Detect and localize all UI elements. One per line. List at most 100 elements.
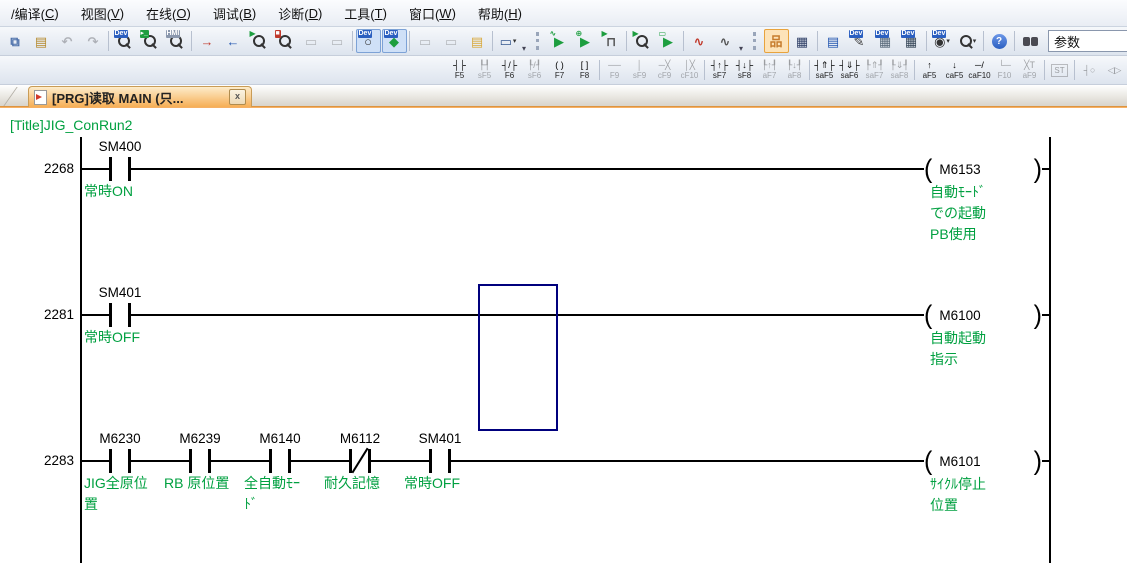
device-batch-monitor-button[interactable]: ◆Dev	[382, 29, 407, 53]
monitor-condition-button[interactable]: ▶	[630, 29, 655, 53]
device-display-button[interactable]: ◉Dev▾	[930, 29, 955, 53]
fkey-caF10-button[interactable]: ─/caF10	[968, 58, 992, 83]
toolbar-overflow-button[interactable]: ▾	[739, 44, 750, 53]
device-comment-edit-button[interactable]: ✎Dev	[847, 29, 872, 53]
menu-t[interactable]: 工具(T)	[333, 0, 398, 26]
snapshot-monitor-badge: ▭	[658, 30, 668, 38]
fkey-contact-coil-tool-button: ┤○	[1078, 58, 1102, 83]
coil-device-label: M6100	[939, 308, 1033, 323]
contact-m6112-closed[interactable]	[349, 449, 371, 473]
fkey-saF5-button[interactable]: ┤⇑├saF5	[813, 58, 837, 83]
paste-button[interactable]: ▤	[29, 29, 54, 53]
device-label: SM401	[75, 285, 165, 300]
menu-d[interactable]: 诊断(D)	[267, 0, 333, 26]
project-tree-button[interactable]: 品	[764, 29, 789, 53]
delete-horizontal-line-icon: ─╳	[659, 60, 671, 71]
monitor-window-button[interactable]: ▭▾	[496, 29, 521, 53]
fkey-F5-button[interactable]: ┤├F5	[448, 58, 472, 83]
ladder-editor[interactable]: [Title]JIG_ConRun2 2268 SM400 常時ON ( M61…	[0, 108, 1127, 563]
fkey-label: sF5	[478, 71, 491, 80]
coil-m6101[interactable]: ( M6101 )	[924, 448, 1042, 474]
ladder-monitor-mode-button[interactable]: ▶∿	[547, 29, 572, 53]
device-test-button[interactable]: ○Dev	[356, 29, 381, 53]
device-search-dropdown-arrow: ▾	[973, 37, 977, 45]
monitor-pause-icon: ▭	[305, 35, 317, 48]
tab-title: [PRG]读取 MAIN (只...	[52, 88, 224, 107]
monitor-stop-button[interactable]: ■	[273, 29, 298, 53]
contact-sm401[interactable]	[109, 303, 131, 327]
monitor-start-button[interactable]: ▶	[247, 29, 272, 53]
monitor-resume-icon: ▭	[331, 35, 343, 48]
fkey-cF9-button: ─╳cF9	[653, 58, 677, 83]
tab-close-button[interactable]: x	[229, 89, 246, 105]
fkey-label: caF10	[968, 71, 990, 80]
find-instruction-button[interactable]: ▸_	[138, 29, 163, 53]
device-batch-monitor-badge: Dev	[384, 30, 399, 38]
monitor-write-mode-button[interactable]: ▶⊕	[573, 29, 598, 53]
help-button[interactable]: ?	[987, 29, 1012, 53]
menu-b[interactable]: 调试(B)	[202, 0, 267, 26]
parallel-rising-pulse-icon: ┞↑┦	[762, 60, 777, 71]
find-contact-coil-button[interactable]: HMI	[164, 29, 189, 53]
fkey-F7-button[interactable]: ( )F7	[548, 58, 572, 83]
write-to-plc-button[interactable]: →	[195, 29, 220, 53]
element-select-combo[interactable]: 参数▼	[1048, 30, 1127, 52]
coil-m6153[interactable]: ( M6153 )	[924, 156, 1042, 182]
contact-m6140[interactable]	[269, 449, 291, 473]
falling-result-icon: ↓	[952, 60, 957, 71]
toolbar-grip[interactable]	[536, 32, 542, 50]
toolbar-separator	[409, 31, 410, 51]
coil-comment: 自動ﾓｰﾄﾞ での起動 PB使用	[930, 182, 986, 245]
toolbar-separator	[914, 60, 915, 80]
toolbar-separator	[1014, 31, 1015, 51]
pulse-monitor-button[interactable]: ⊓▶	[599, 29, 624, 53]
read-from-plc-button[interactable]: ←	[221, 29, 246, 53]
rising-pulse-close-icon: ┤⇑├	[814, 60, 834, 71]
device-memory-button[interactable]: ▦Dev	[873, 29, 898, 53]
contact-sm400[interactable]	[109, 157, 131, 181]
coil-comment: ｻｲｸﾙ停止 位置	[930, 474, 986, 516]
snapshot-monitor-button[interactable]: ▶▭	[656, 29, 681, 53]
fkey-sF8-button[interactable]: ┤↓├sF8	[733, 58, 757, 83]
note-edit-button[interactable]: ▤	[465, 29, 490, 53]
menu-c[interactable]: /编译(C)	[0, 0, 70, 26]
find-device-button[interactable]: Dev	[112, 29, 137, 53]
find-binoculars-button[interactable]	[1018, 29, 1043, 53]
contact-m6239[interactable]	[189, 449, 211, 473]
menu-h[interactable]: 帮助(H)	[467, 0, 533, 26]
device-search-button[interactable]: ▾	[956, 29, 981, 53]
contact-sm401-2[interactable]	[429, 449, 451, 473]
rung-number: 2283	[8, 453, 74, 468]
device-label: M6239	[155, 431, 245, 446]
fkey-label: F7	[555, 71, 564, 80]
device-trace-2-button[interactable]: ∿	[713, 29, 738, 53]
device-trace-1-button[interactable]: ∿	[687, 29, 712, 53]
tab-prg-main[interactable]: [PRG]读取 MAIN (只... x	[28, 86, 252, 107]
ladder-symbol-toolbar: ┤├F5┞┦sF5┤/├F6┞/┦sF6( )F7[ ]F8──F9│sF9─╳…	[0, 56, 1127, 85]
contact-m6230[interactable]	[109, 449, 131, 473]
fkey-sF7-button[interactable]: ┤↑├sF7	[708, 58, 732, 83]
parameter-setting-button[interactable]: ▤	[821, 29, 846, 53]
menu-w[interactable]: 窗口(W)	[398, 0, 467, 26]
toolbar-grip[interactable]	[753, 32, 759, 50]
menu-v[interactable]: 视图(V)	[70, 0, 135, 26]
device-memory-all-button[interactable]: ▦Dev	[899, 29, 924, 53]
toolbar-overflow-button[interactable]: ▾	[522, 44, 533, 53]
copy-button[interactable]: ⧉	[3, 29, 28, 53]
parallel-open-contact-icon: ┞┦	[479, 60, 490, 71]
fkey-F10-button: └─F10	[993, 58, 1017, 83]
fkey-label: cF10	[681, 71, 699, 80]
coil-m6100[interactable]: ( M6100 )	[924, 302, 1042, 328]
falling-pulse-close-icon: ┤⇓├	[839, 60, 859, 71]
intelligent-module-button[interactable]: ▦	[790, 29, 815, 53]
fkey-caF5-button[interactable]: ↓caF5	[943, 58, 967, 83]
statement-edit-button: ▭	[439, 29, 464, 53]
fkey-saF6-button[interactable]: ┤⇓├saF6	[838, 58, 862, 83]
fkey-aF8-button: ┞↓┦aF8	[783, 58, 807, 83]
fkey-F6-button[interactable]: ┤/├F6	[498, 58, 522, 83]
comment-edit-button: ▭	[413, 29, 438, 53]
fkey-F8-button[interactable]: [ ]F8	[573, 58, 597, 83]
fkey-aF5-button[interactable]: ↑aF5	[918, 58, 942, 83]
device-comment-edit-badge: Dev	[849, 30, 864, 38]
menu-o[interactable]: 在线(O)	[135, 0, 202, 26]
